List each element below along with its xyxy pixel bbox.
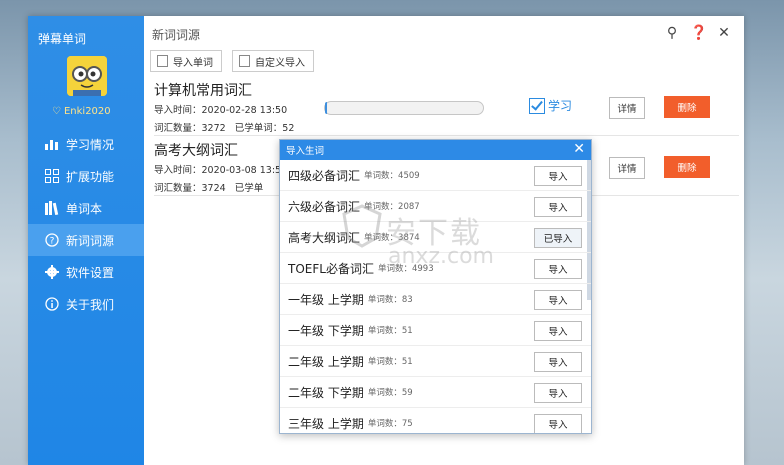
- wordlist-count: 单词数：4993: [377, 264, 434, 274]
- study-label: 学习: [548, 99, 573, 113]
- library-name: 高考大纲词汇: [154, 143, 238, 159]
- import-list-row: 高考大纲词汇 单词数：3874 已导入: [280, 222, 591, 253]
- import-button[interactable]: 导入: [534, 197, 582, 217]
- library-item: 计算机常用词汇 导入时间：2020-02-28 13:50 词汇数量：3272 …: [154, 80, 739, 136]
- gear-icon: [44, 264, 60, 280]
- library-stats: 词汇数量：3272 已学单词：52: [154, 123, 295, 134]
- dialog-list: 四级必备词汇 单词数：4509 导入 六级必备词汇 单词数：2087 导入 高考大纲词汇 单词…: [280, 160, 591, 433]
- wordlist-name: 一年级 下学期: [288, 323, 364, 338]
- import-button[interactable]: 导入: [534, 414, 582, 433]
- wordlist-count: 单词数：51: [367, 357, 413, 367]
- detail-button[interactable]: 详情: [609, 97, 645, 119]
- wordlist-count: 单词数：83: [367, 295, 413, 305]
- wordlist-name: 二年级 下学期: [288, 385, 364, 400]
- delete-button[interactable]: 删除: [664, 96, 710, 118]
- import-list-row: 三年级 上学期 单词数：75 导入: [280, 408, 591, 433]
- avatar[interactable]: [67, 56, 107, 96]
- sidebar-item-label: 软件设置: [66, 265, 115, 280]
- sidebar-item-label: 新词词源: [66, 233, 115, 248]
- info-circle-icon: [44, 296, 60, 312]
- wordlist-count: 单词数：59: [367, 388, 413, 398]
- custom-import-label: 自定义导入: [255, 57, 305, 69]
- search-icon[interactable]: ⚲: [664, 25, 680, 41]
- sidebar-item-learning[interactable]: 学习情况: [28, 128, 144, 160]
- wordlist-name: 一年级 上学期: [288, 292, 364, 307]
- import-icon: [157, 55, 168, 67]
- wordlist-name: 二年级 上学期: [288, 354, 364, 369]
- dialog-header: 导入生词 ✕: [280, 140, 591, 160]
- dialog-title: 导入生词: [286, 146, 325, 157]
- library-import-time: 导入时间：2020-02-28 13:50: [154, 105, 288, 116]
- import-icon: [239, 55, 250, 67]
- import-list-row: 二年级 下学期 单词数：59 导入: [280, 377, 591, 408]
- close-icon[interactable]: ✕: [573, 141, 585, 157]
- import-list-row: 一年级 上学期 单词数：83 导入: [280, 284, 591, 315]
- sidebar-item-label: 关于我们: [66, 297, 115, 312]
- wordlist-name: 四级必备词汇: [288, 168, 361, 183]
- import-button[interactable]: 导入: [534, 352, 582, 372]
- import-list-row: 二年级 上学期 单词数：51 导入: [280, 346, 591, 377]
- library-import-time: 导入时间：2020-03-08 13:5: [154, 165, 282, 176]
- sidebar: 弹幕单词 ♡ Enki2020 学习情况 扩展功能 单词本 ? 新词词源 软件设…: [28, 16, 144, 465]
- import-list-row: 四级必备词汇 单词数：4509 导入: [280, 160, 591, 191]
- wordlist-name: 三年级 上学期: [288, 416, 364, 431]
- wordlist-count: 单词数：2087: [364, 202, 420, 212]
- sidebar-item-label: 学习情况: [66, 137, 115, 152]
- import-button[interactable]: 导入: [534, 259, 582, 279]
- sidebar-item-about[interactable]: 关于我们: [28, 288, 144, 320]
- username: ♡ Enki2020: [52, 106, 111, 117]
- bar-chart-icon: [44, 136, 60, 152]
- learning-progress-bar: [324, 101, 484, 115]
- import-button[interactable]: 导入: [534, 290, 582, 310]
- import-button[interactable]: 导入: [534, 321, 582, 341]
- wordlist-count: 单词数：75: [367, 419, 413, 429]
- username-text: Enki2020: [63, 106, 111, 117]
- library-stats: 词汇数量：3724 已学单: [154, 183, 264, 194]
- wordlist-count: 单词数：4509: [364, 171, 420, 181]
- checkbox-checked-icon: [529, 97, 545, 114]
- sidebar-item-word-source[interactable]: ? 新词词源: [28, 224, 144, 256]
- app-title: 弹幕单词: [38, 32, 87, 46]
- window-controls: ⚲ ❓ ✕: [664, 25, 732, 41]
- import-button[interactable]: 已导入: [534, 228, 582, 248]
- sidebar-item-extensions[interactable]: 扩展功能: [28, 160, 144, 192]
- help-icon[interactable]: ❓: [690, 25, 707, 41]
- sidebar-item-wordbook[interactable]: 单词本: [28, 192, 144, 224]
- sidebar-nav: 学习情况 扩展功能 单词本 ? 新词词源 软件设置 关于我们: [28, 128, 144, 320]
- grid-icon: [44, 168, 60, 184]
- wordlist-name: 高考大纲词汇: [288, 230, 361, 245]
- custom-import-button[interactable]: 自定义导入: [232, 50, 314, 72]
- import-list-row: 一年级 下学期 单词数：51 导入: [280, 315, 591, 346]
- wordlist-count: 单词数：3874: [364, 233, 420, 243]
- sidebar-item-settings[interactable]: 软件设置: [28, 256, 144, 288]
- wordlist-name: 六级必备词汇: [288, 199, 361, 214]
- wordlist-name: TOEFL必备词汇: [288, 261, 374, 276]
- import-words-button[interactable]: 导入单词: [150, 50, 222, 72]
- library-name: 计算机常用词汇: [154, 83, 252, 99]
- study-checkbox[interactable]: 学习: [529, 97, 572, 114]
- wordlist-count: 单词数：51: [367, 326, 413, 336]
- diamond-icon: ♡: [52, 106, 61, 117]
- question-circle-icon: ?: [44, 232, 60, 248]
- sidebar-item-label: 扩展功能: [66, 169, 115, 184]
- import-list-row: 六级必备词汇 单词数：2087 导入: [280, 191, 591, 222]
- delete-button[interactable]: 删除: [664, 156, 710, 178]
- page-title: 新词词源: [152, 28, 201, 42]
- close-icon[interactable]: ✕: [716, 25, 732, 41]
- detail-button[interactable]: 详情: [609, 157, 645, 179]
- import-button[interactable]: 导入: [534, 383, 582, 403]
- import-words-label: 导入单词: [173, 57, 213, 69]
- import-button[interactable]: 导入: [534, 166, 582, 186]
- toolbar: 导入单词 自定义导入: [150, 50, 314, 72]
- import-list-row: TOEFL必备词汇 单词数：4993 导入: [280, 253, 591, 284]
- sidebar-item-label: 单词本: [66, 201, 103, 216]
- svg-text:?: ?: [50, 237, 55, 247]
- books-icon: [44, 200, 60, 216]
- import-dialog: 导入生词 ✕ 四级必备词汇 单词数：4509 导入 六级必备词汇 单词数：2087 导入高…: [279, 139, 592, 434]
